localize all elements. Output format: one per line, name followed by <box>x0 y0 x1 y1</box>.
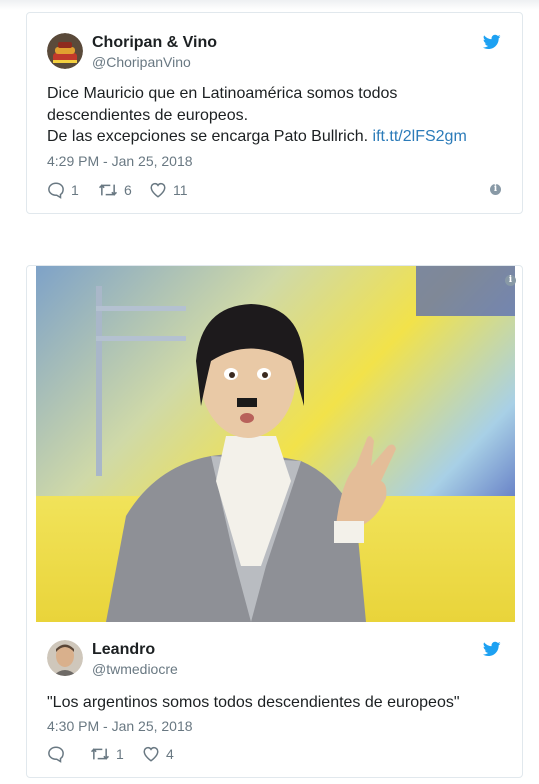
user-handle[interactable]: @ChoripanVino <box>92 54 191 70</box>
tweet-card-choripanvino[interactable]: Choripan & Vino @ChoripanVino Dice Mauri… <box>26 12 523 214</box>
retweet-button[interactable]: 1 <box>90 744 124 764</box>
tweet-text-line: Dice Mauricio que en Latinoamérica somos… <box>47 85 398 102</box>
user-handle[interactable]: @twmediocre <box>92 661 178 677</box>
like-button[interactable]: 11 <box>149 180 188 200</box>
heart-icon <box>143 746 159 762</box>
display-name[interactable]: Choripan & Vino <box>92 34 217 52</box>
reply-button[interactable] <box>47 744 71 764</box>
tweet-text-segment: De las excepciones se encarga Pato Bullr… <box>47 128 369 145</box>
reply-count: 1 <box>71 182 79 198</box>
like-count: 4 <box>166 746 174 762</box>
like-button[interactable]: 4 <box>142 744 174 764</box>
info-icon[interactable]: i <box>490 184 501 195</box>
display-name[interactable]: Leandro <box>92 641 155 659</box>
tweet-text: "Los argentinos somos todos descendiente… <box>47 694 460 711</box>
tweet-card-twmediocre[interactable]: i Leandro @twmediocre "Los argentinos so… <box>26 265 523 778</box>
tweet-timestamp[interactable]: 4:30 PM - Jan 25, 2018 <box>47 718 193 734</box>
tweet-link[interactable]: ift.tt/2lFS2gm <box>373 128 467 145</box>
tweet-text: Dice Mauricio que en Latinoamérica somos… <box>47 83 507 148</box>
retweet-count: 6 <box>124 182 132 198</box>
tweet-text-line: descendientes de europeos. <box>47 106 249 124</box>
retweet-button[interactable]: 6 <box>98 180 132 200</box>
tweet-media-image[interactable] <box>36 266 515 622</box>
tweet-text-line: De las excepciones se encarga Pato Bullr… <box>47 126 507 148</box>
top-shadow <box>0 0 539 10</box>
like-count: 11 <box>173 182 188 198</box>
retweet-icon <box>90 748 110 760</box>
reply-icon <box>48 182 64 199</box>
twitter-bird-icon[interactable] <box>482 33 502 51</box>
info-icon[interactable]: i <box>505 275 516 286</box>
twitter-bird-icon[interactable] <box>482 640 502 658</box>
avatar[interactable] <box>47 640 83 676</box>
heart-icon <box>150 182 166 198</box>
avatar[interactable] <box>47 33 83 69</box>
reply-button[interactable]: 1 <box>47 180 79 200</box>
tweet-timestamp[interactable]: 4:29 PM - Jan 25, 2018 <box>47 153 193 169</box>
retweet-icon <box>98 184 118 196</box>
reply-icon <box>48 746 64 763</box>
retweet-count: 1 <box>116 746 124 762</box>
